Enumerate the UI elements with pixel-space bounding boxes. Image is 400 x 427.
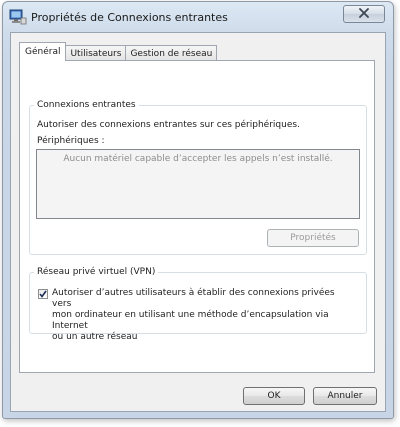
incoming-group-label: Connexions entrantes — [34, 100, 139, 110]
network-computer-icon — [9, 9, 27, 25]
allow-vpn-line-3: ou un autre réseau — [52, 332, 138, 342]
vpn-group: Réseau privé virtuel (VPN) Autoriser d’a… — [29, 267, 367, 342]
allow-vpn-line-2: mon ordinateur en utilisant une méthode … — [52, 310, 329, 331]
cancel-button[interactable]: Annuler — [313, 387, 377, 405]
close-button[interactable] — [343, 5, 385, 23]
allow-vpn-label[interactable]: Autoriser d’autres utilisateurs à établi… — [52, 288, 352, 343]
properties-button[interactable]: Propriétés — [267, 229, 359, 247]
properties-dialog: Propriétés de Connexions entrantes Génér… — [2, 1, 394, 419]
incoming-connections-group: Connexions entrantes Autoriser des conne… — [29, 100, 367, 255]
allow-vpn-line-1: Autoriser d’autres utilisateurs à établi… — [52, 288, 335, 309]
checkmark-icon — [39, 290, 47, 298]
devices-list[interactable]: Aucun matériel capable d’accepter les ap… — [36, 149, 360, 219]
ok-button[interactable]: OK — [243, 387, 305, 405]
tab-users[interactable]: Utilisateurs — [65, 45, 127, 61]
close-icon — [358, 7, 370, 21]
incoming-description: Autoriser des connexions entrantes sur c… — [37, 120, 300, 130]
tab-general[interactable]: Général — [19, 42, 67, 61]
vpn-group-label: Réseau privé virtuel (VPN) — [34, 267, 159, 277]
window-title: Propriétés de Connexions entrantes — [31, 11, 228, 24]
tab-networking[interactable]: Gestion de réseau — [125, 45, 218, 61]
tab-strip: Général Utilisateurs Gestion de réseau — [19, 41, 218, 61]
devices-empty-message: Aucun matériel capable d’accepter les ap… — [63, 154, 333, 164]
dialog-client-area: Général Utilisateurs Gestion de réseau C… — [10, 32, 386, 412]
title-bar[interactable]: Propriétés de Connexions entrantes — [3, 2, 393, 32]
devices-label: Périphériques : — [37, 136, 105, 146]
general-tab-panel: Connexions entrantes Autoriser des conne… — [19, 60, 375, 373]
allow-vpn-checkbox[interactable] — [38, 289, 48, 299]
